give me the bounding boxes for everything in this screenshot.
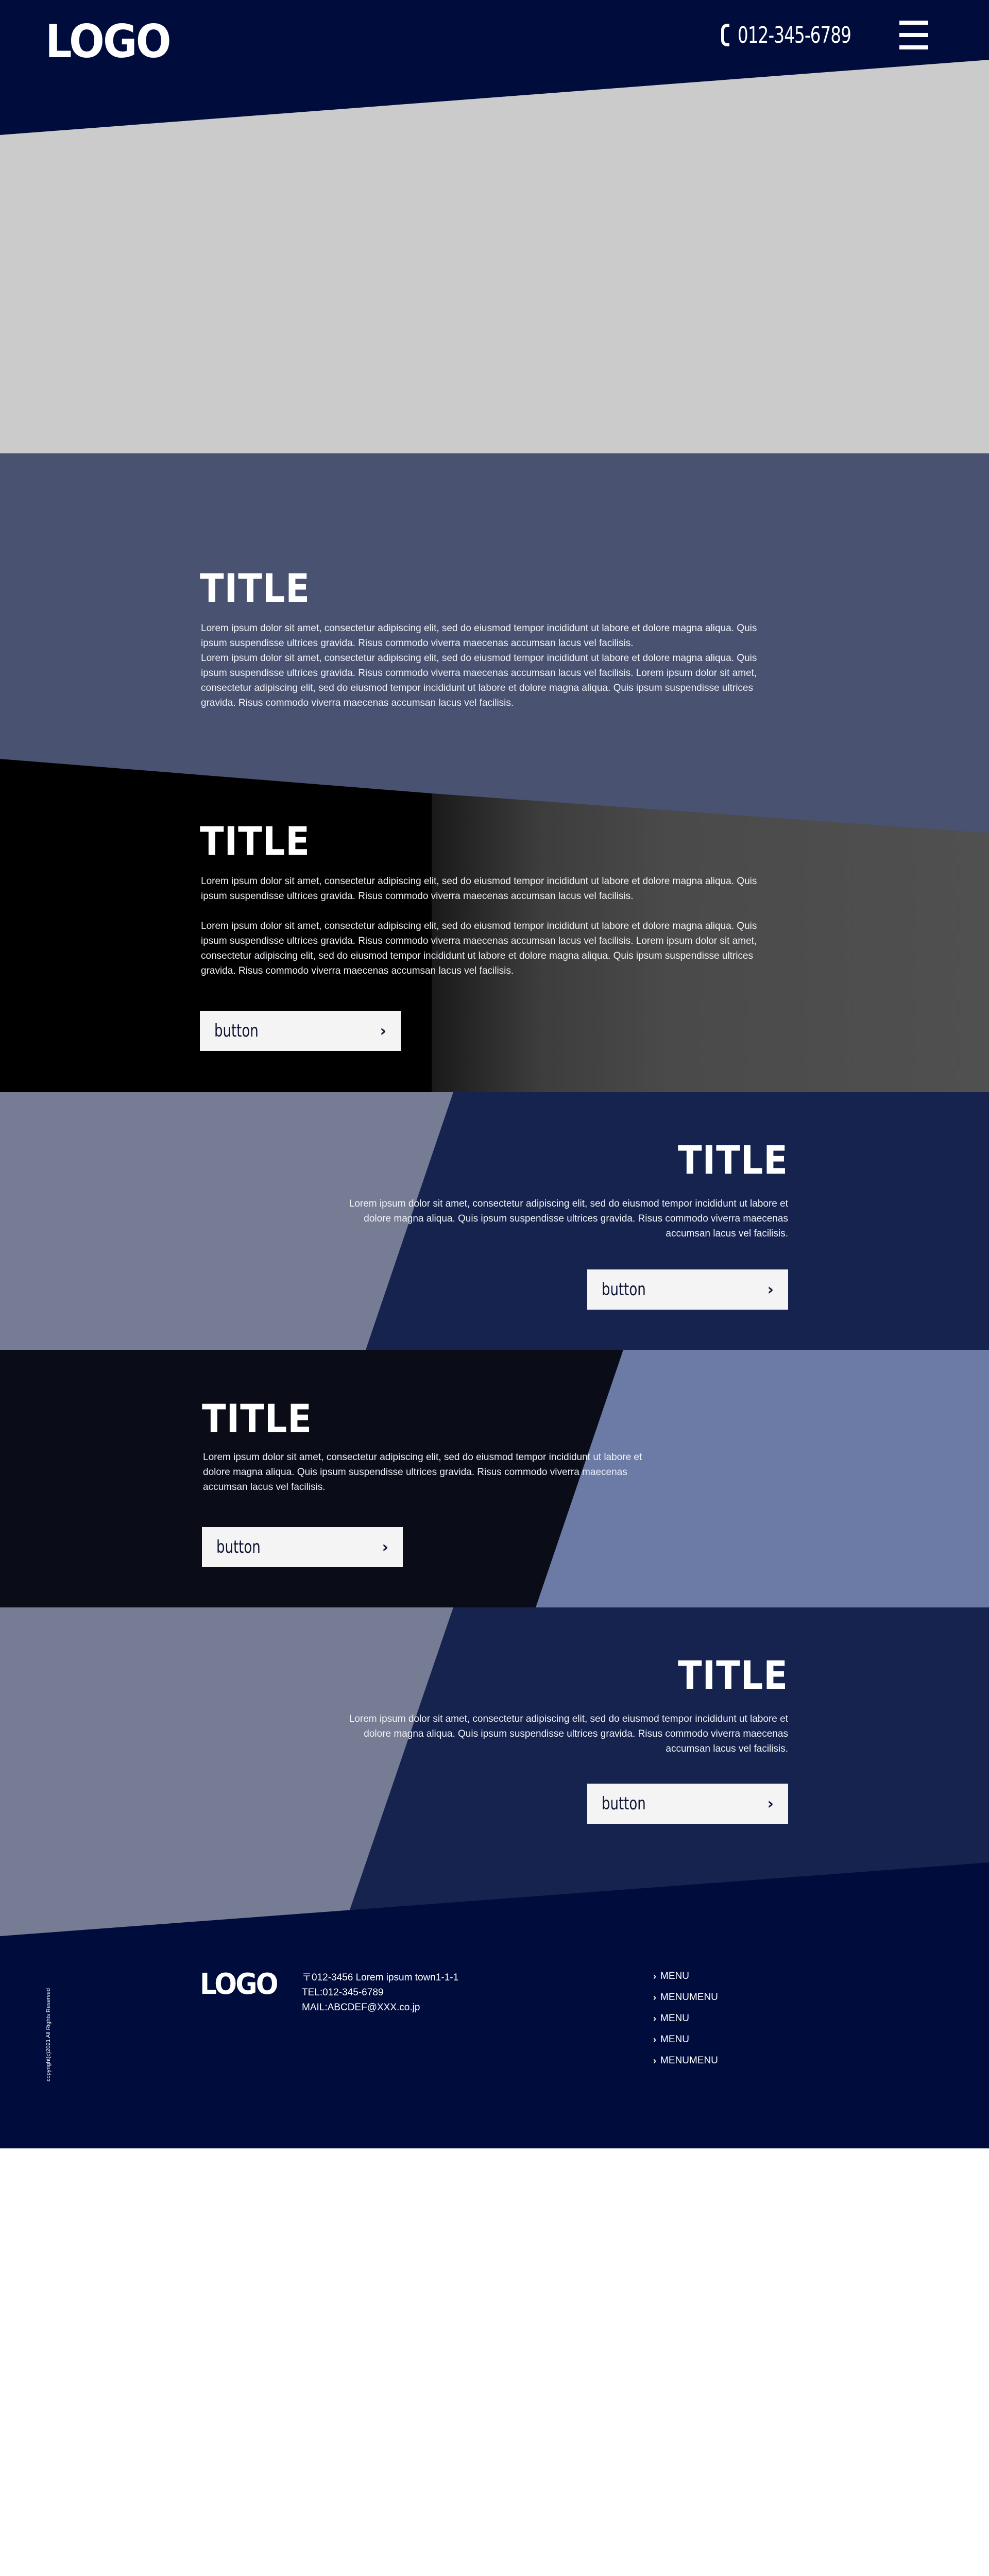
section-4-title: TITLE (202, 1396, 312, 1442)
section-2-paragraph: Lorem ipsum dolor sit amet, consectetur … (201, 876, 757, 902)
chevron-right-icon: › (380, 1022, 386, 1040)
chevron-right-icon: › (653, 2056, 656, 2066)
section-2-paragraph: Lorem ipsum dolor sit amet, consectetur … (201, 921, 757, 976)
footer-contact: 〒012-3456 Lorem ipsum town1-1-1 TEL:012-… (302, 1970, 458, 2015)
chevron-right-icon: › (767, 1794, 774, 1813)
section-1-text: Lorem ipsum dolor sit amet, consectetur … (201, 621, 783, 710)
section-5-button[interactable]: button › (587, 1784, 788, 1824)
footer-menu-item[interactable]: › MENUMENU (653, 1991, 718, 2012)
chevron-right-icon: › (653, 2013, 656, 2024)
section-1-paragraph: Lorem ipsum dolor sit amet, consectetur … (201, 623, 757, 649)
footer-logo[interactable]: LOGO (200, 1969, 279, 2000)
header-logo[interactable]: LOGO (45, 19, 172, 65)
button-label: button (214, 1021, 259, 1041)
phone-icon (721, 24, 729, 46)
section-3-paragraph: Lorem ipsum dolor sit amet, consectetur … (349, 1198, 788, 1239)
section-4-paragraph: Lorem ipsum dolor sit amet, consectetur … (203, 1452, 642, 1493)
section-2-text: Lorem ipsum dolor sit amet, consectetur … (201, 874, 783, 978)
button-label: button (216, 1537, 261, 1557)
copyright: copyright(c)2021 All Rights Reserved (45, 1988, 52, 2081)
footer-menu-item[interactable]: › MENU (653, 1970, 718, 1991)
chevron-right-icon: › (653, 1992, 656, 2003)
section-1-paragraph: Lorem ipsum dolor sit amet, consectetur … (201, 653, 757, 708)
section-2-button[interactable]: button › (200, 1011, 401, 1051)
footer-menu-item[interactable]: › MENU (653, 2012, 718, 2033)
footer-menu: › MENU › MENUMENU › MENU › MENU › MENUMENU (653, 1970, 718, 2076)
section-3-title: TITLE (678, 1137, 788, 1183)
footer-menu-item[interactable]: › MENU (653, 2033, 718, 2055)
section-1-title: TITLE (200, 565, 310, 611)
header-phone[interactable]: 012-345-6789 (721, 20, 876, 50)
section-5-paragraph: Lorem ipsum dolor sit amet, consectetur … (349, 1714, 788, 1754)
button-label: button (602, 1279, 646, 1300)
chevron-right-icon: › (767, 1280, 774, 1299)
chevron-right-icon: › (653, 1971, 656, 1981)
section-4-button[interactable]: button › (202, 1527, 403, 1567)
phone-number: 012-345-6789 (738, 22, 851, 48)
button-label: button (602, 1793, 646, 1814)
page-blank-area (0, 2148, 989, 2576)
section-3-button[interactable]: button › (587, 1269, 788, 1310)
section-5-title: TITLE (678, 1652, 788, 1698)
footer-menu-item[interactable]: › MENUMENU (653, 2055, 718, 2076)
footer-address: 〒012-3456 Lorem ipsum town1-1-1 (302, 1972, 459, 1983)
footer-mail: MAIL:ABCDEF@XXX.co.jp (302, 2002, 420, 2013)
chevron-right-icon: › (382, 1538, 388, 1556)
section-2-title: TITLE (200, 818, 310, 864)
hamburger-menu-icon[interactable] (899, 21, 928, 49)
footer-tel: TEL:012-345-6789 (302, 1987, 384, 1998)
chevron-right-icon: › (653, 2035, 656, 2045)
